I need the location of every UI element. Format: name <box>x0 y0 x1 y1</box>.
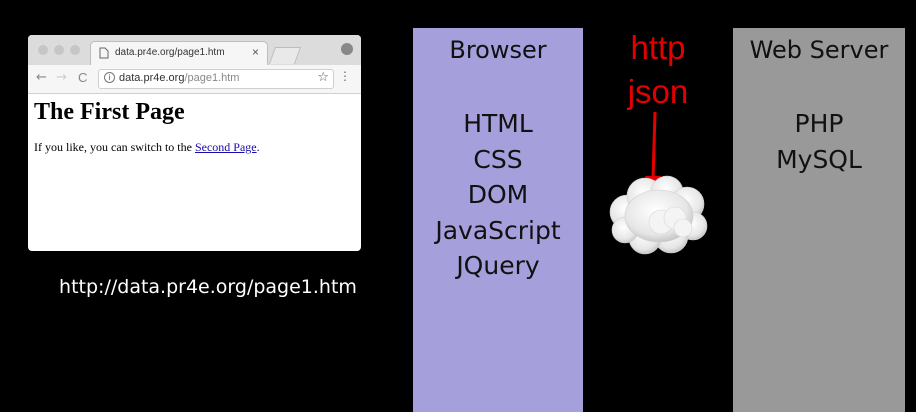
url-host: data.pr4e.org <box>119 72 185 84</box>
page-text: If you like, you can switch to the <box>34 140 192 154</box>
second-page-link[interactable]: Second Page <box>195 140 257 154</box>
protocol-json: json <box>627 73 689 110</box>
tab-title: data.pr4e.org/page1.htm <box>115 47 225 58</box>
address-bar[interactable]: i data.pr4e.org/page1.htm ☆ <box>98 69 334 89</box>
address-url: data.pr4e.org/page1.htm <box>119 72 239 84</box>
protocol-http: http <box>630 29 686 66</box>
browser-tech-list: HTML CSS DOM JavaScript JQuery <box>413 106 583 284</box>
browser-tech-item: JQuery <box>456 251 540 280</box>
menu-icon[interactable]: ⋮ <box>339 69 351 83</box>
browser-toolbar: ← → C i data.pr4e.org/page1.htm ☆ ⋮ <box>28 65 361 94</box>
window-close-dot[interactable] <box>38 45 48 55</box>
page-icon <box>99 47 109 59</box>
url-path: /page1.htm <box>184 72 240 84</box>
profile-icon[interactable] <box>341 43 353 55</box>
browser-tech-item: CSS <box>473 144 523 174</box>
browser-tech-item: HTML <box>463 109 533 138</box>
browser-window-screenshot: data.pr4e.org/page1.htm × ← → C i data.p… <box>28 35 361 251</box>
bookmark-star-icon[interactable]: ☆ <box>317 70 329 85</box>
page-content: The First Page If you like, you can swit… <box>34 99 354 155</box>
page-heading: The First Page <box>34 99 185 125</box>
back-icon[interactable]: ← <box>36 70 47 85</box>
forward-icon[interactable]: → <box>56 70 67 85</box>
browser-tab[interactable]: data.pr4e.org/page1.htm × <box>90 41 268 66</box>
browser-column-title: Browser <box>449 36 547 64</box>
web-server-column-title: Web Server <box>749 36 889 64</box>
window-zoom-dot[interactable] <box>70 45 80 55</box>
cloud-icon <box>609 175 708 255</box>
page-paragraph: If you like, you can switch to the Secon… <box>34 140 354 155</box>
url-caption: http://data.pr4e.org/page1.htm <box>59 276 357 298</box>
browser-tech-item: DOM <box>467 180 529 209</box>
protocol-label: http json <box>610 26 706 114</box>
new-tab-button[interactable] <box>268 47 302 64</box>
browser-titlebar: data.pr4e.org/page1.htm × <box>28 35 361 66</box>
window-minimize-dot[interactable] <box>54 45 64 55</box>
browser-column: Browser HTML CSS DOM JavaScript JQuery <box>413 28 583 412</box>
server-tech-item: PHP <box>794 109 844 138</box>
info-icon[interactable]: i <box>104 72 115 83</box>
page-text-end: . <box>256 140 260 154</box>
server-tech-item: MySQL <box>776 144 862 174</box>
browser-tech-item: JavaScript <box>435 215 561 245</box>
tab-close-icon[interactable]: × <box>252 45 259 59</box>
reload-icon[interactable]: C <box>78 70 87 85</box>
server-tech-list: PHP MySQL <box>733 106 905 177</box>
web-server-column: Web Server PHP MySQL <box>733 28 905 412</box>
